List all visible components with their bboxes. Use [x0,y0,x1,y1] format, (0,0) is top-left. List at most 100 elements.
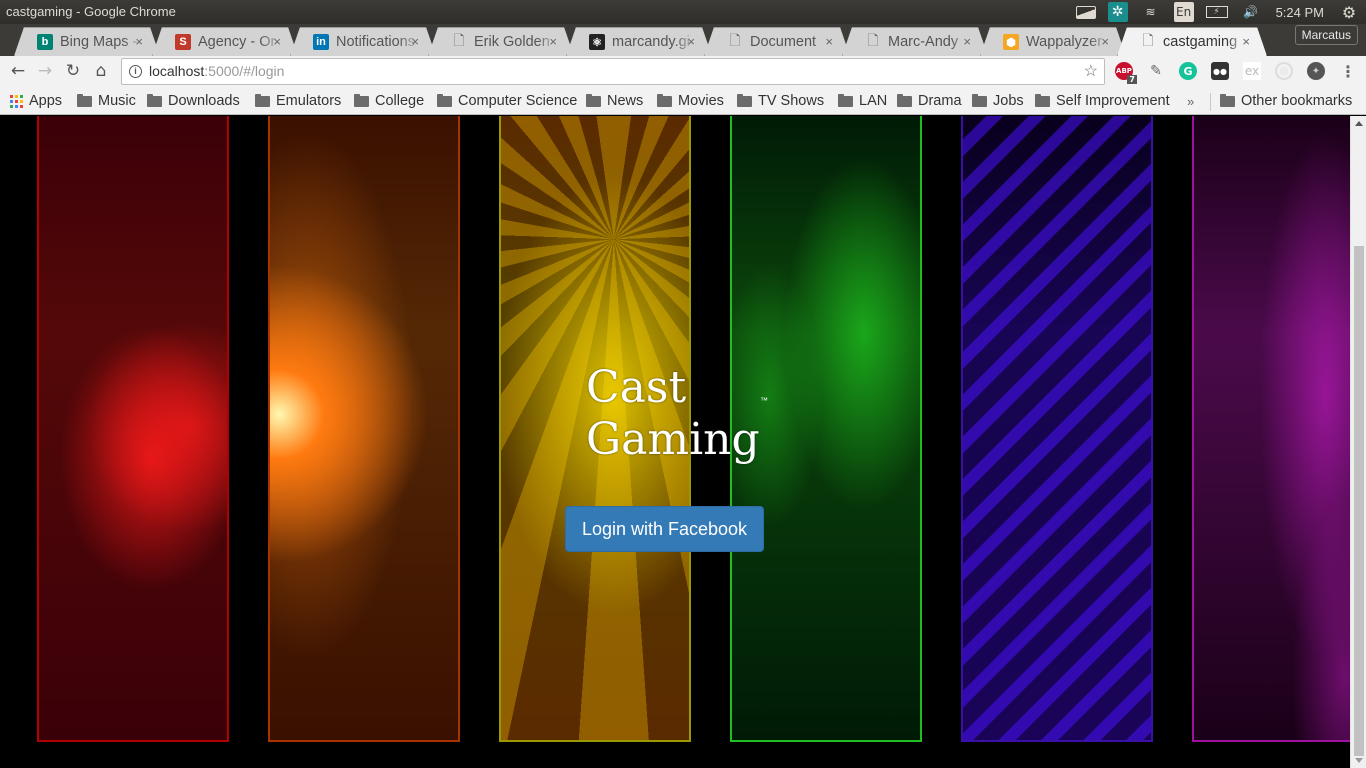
bookmark-star-icon[interactable]: ☆ [1084,59,1098,84]
bookmark-label: TV Shows [758,93,825,109]
scroll-down-arrow-icon[interactable] [1355,758,1363,763]
wifi-icon[interactable]: ≋ [1140,3,1162,21]
bookmark-label: Drama [918,93,962,109]
bookmark-label: LAN [859,93,888,109]
tab-close-icon[interactable]: × [687,34,695,49]
tab-label: Marc-Andy [888,34,959,50]
panel-swirl-art [1194,116,1350,740]
address-bar[interactable]: i localhost:5000/#/login ☆ [121,58,1105,85]
tab-close-icon[interactable]: × [135,34,143,49]
grammarly-icon[interactable]: G [1179,62,1197,80]
back-button[interactable]: ← [7,60,29,82]
bookmark-folder[interactable]: Music [77,91,136,111]
bookmark-apps[interactable]: Apps [10,91,62,111]
battery-icon[interactable]: ⚡ [1205,6,1228,18]
home-button[interactable]: ⌂ [90,60,112,82]
tampermonkey-icon[interactable]: ●● [1211,62,1229,80]
hub-icon[interactable]: ✲ [1107,2,1128,22]
tab-label: Notifications [336,34,415,50]
url-host: localhost [149,63,205,79]
bookmark-folder[interactable]: Jobs [972,91,1024,111]
bookmark-label: Downloads [168,93,240,109]
folder-icon [437,93,452,107]
tab-label: Bing Maps - [60,34,138,50]
page-scrollbar[interactable] [1350,116,1366,768]
scrollbar-thumb[interactable] [1354,246,1364,756]
folder-icon [147,93,162,107]
bookmark-label: News [607,93,644,109]
window-title: castgaming - Google Chrome [6,4,176,19]
bookmark-label: Computer Science [458,93,578,109]
tab-close-icon[interactable]: × [963,34,971,49]
other-bookmarks-label: Other bookmarks [1241,93,1353,109]
folder-icon [586,93,601,107]
bookmark-folder[interactable]: News [586,91,643,111]
tab-label: Wappalyzer [1026,34,1103,50]
tab-close-icon[interactable]: × [1242,34,1250,49]
bookmark-folder[interactable]: Drama [897,91,962,111]
react-icon: ⚛ [589,34,605,50]
bookmark-folder[interactable]: Emulators [255,91,341,111]
power-gear-icon[interactable]: ⚙ [1338,3,1360,22]
eyedropper-icon[interactable]: ✎ [1147,62,1165,80]
page-icon: 🗋 [453,32,465,48]
panel-magenta [1192,116,1350,742]
panel-swirl-art [270,116,458,740]
bookmarks-overflow-button[interactable]: » [1187,91,1194,111]
tab-close-icon[interactable]: × [273,34,281,49]
globe-extension-icon[interactable]: ✦ [1307,62,1325,80]
bookmark-folder[interactable]: TV Shows [737,91,824,111]
bookmarks-bar: Apps Music Downloads Emulators College Comput… [0,87,1366,115]
adblock-badge: 7 [1127,75,1137,84]
scroll-up-arrow-icon[interactable] [1355,121,1363,126]
menu-kebab-icon[interactable]: ⋮ [1339,62,1357,81]
tab-item[interactable]: ⬢ Wappalyzer × [980,27,1126,56]
bookmark-folder[interactable]: Downloads [147,91,240,111]
tab-close-icon[interactable]: × [1101,34,1109,49]
trademark-symbol: ™ [760,396,768,405]
screen-icon[interactable] [1075,5,1096,19]
bookmark-label: Self Improvement [1056,93,1170,109]
tab-close-icon[interactable]: × [549,34,557,49]
tab-close-icon[interactable]: × [825,34,833,49]
bookmarks-separator [1210,93,1211,111]
forward-button[interactable]: → [34,60,56,82]
tab-active[interactable]: 🗋 castgaming × [1117,27,1267,56]
ex-icon[interactable]: ex [1243,62,1261,80]
bookmark-label: Emulators [276,93,342,109]
adblock-plus-icon[interactable]: ABP 7 [1115,62,1137,84]
url-text[interactable]: localhost:5000/#/login [149,59,284,84]
clock[interactable]: 5:24 PM [1276,5,1324,20]
tab-label: Erik Golden [474,34,550,50]
bing-icon: b [37,34,53,50]
tab-item[interactable]: S Agency - Or × [152,27,298,56]
tab-item[interactable]: 🗋 Erik Golden × [428,27,574,56]
folder-icon [657,93,672,107]
bookmark-folder[interactable]: Self Improvement [1035,91,1170,111]
panel-red [37,116,229,742]
bookmark-folder[interactable]: Movies [657,91,724,111]
wappalyzer-icon: ⬢ [1003,34,1019,50]
bookmark-folder[interactable]: College [354,91,424,111]
tab-item[interactable]: in Notifications × [290,27,436,56]
apps-grid-icon [10,94,23,108]
site-info-icon[interactable]: i [129,65,142,78]
circle-extension-icon[interactable]: ◎ [1275,62,1293,80]
bookmark-label: Movies [678,93,724,109]
brand-logo: Cast Gaming [586,362,760,466]
bookmark-folder[interactable]: Computer Science [437,91,577,111]
other-bookmarks[interactable]: Other bookmarks [1220,91,1352,111]
volume-icon[interactable]: 🔊 [1240,3,1262,21]
language-indicator[interactable]: En [1173,2,1194,22]
login-with-facebook-button[interactable]: Login with Facebook [565,506,764,552]
folder-icon [255,93,270,107]
profile-button[interactable]: Marcatus [1294,25,1358,45]
reload-button[interactable]: ↻ [62,60,84,82]
tab-item[interactable]: b Bing Maps - × [14,27,160,56]
tab-item[interactable]: 🗋 Marc-Andy × [842,27,988,56]
tab-close-icon[interactable]: × [411,34,419,49]
tab-item[interactable]: ⚛ marcandy.gi × [566,27,712,56]
linkedin-icon: in [313,34,329,50]
tab-item[interactable]: 🗋 Document × [704,27,850,56]
bookmark-folder[interactable]: LAN [838,91,887,111]
